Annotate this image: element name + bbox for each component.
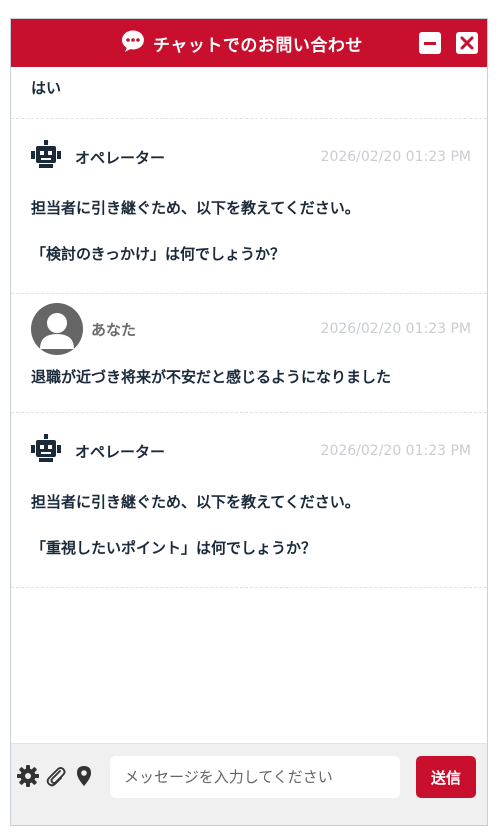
- minimize-icon[interactable]: [419, 32, 441, 54]
- send-button[interactable]: 送信: [416, 756, 476, 798]
- message-body: 退職が近づき将来が不安だと感じるようになりました: [31, 368, 392, 386]
- sender-name: あなた: [91, 320, 137, 339]
- message-header: あなた 2026/02/20 01:23 PM: [31, 294, 471, 364]
- chat-header: チャットでのお問い合わせ: [11, 19, 487, 67]
- sender-name: オペレーター: [75, 148, 166, 167]
- partial-message-text: はい: [31, 79, 62, 97]
- sender-name: オペレーター: [75, 442, 166, 461]
- message-body: 担当者に引き継ぐため、以下を教えてください。 「重視したいポイント」は何でしょう…: [31, 489, 471, 587]
- message-body: 担当者に引き継ぐため、以下を教えてください。 「検討のきっかけ」は何でしょうか？: [31, 195, 471, 293]
- message-time: 2026/02/20 01:23 PM: [320, 443, 471, 459]
- message-line: 「重視したいポイント」は何でしょうか？: [31, 539, 317, 557]
- message-time: 2026/02/20 01:23 PM: [320, 149, 471, 165]
- message-line: 担当者に引き継ぐため、以下を教えてください。: [31, 493, 360, 511]
- chat-footer: 送信: [11, 743, 487, 825]
- user-avatar-icon: [31, 303, 83, 355]
- header-title-group: チャットでのお問い合わせ: [121, 19, 363, 67]
- partial-message: はい: [11, 67, 487, 119]
- paperclip-icon[interactable]: [45, 765, 67, 787]
- gear-icon[interactable]: [17, 765, 39, 787]
- close-icon[interactable]: [456, 32, 478, 54]
- chat-bubble-icon: [121, 29, 145, 57]
- chat-title: チャットでのお問い合わせ: [153, 35, 363, 56]
- operator-message: オペレーター 2026/02/20 01:23 PM 担当者に引き継ぐため、以下…: [11, 119, 487, 294]
- operator-message: オペレーター 2026/02/20 01:23 PM 担当者に引き継ぐため、以下…: [11, 413, 487, 588]
- message-header: オペレーター 2026/02/20 01:23 PM: [31, 119, 471, 195]
- user-message: あなた 2026/02/20 01:23 PM 退職が近づき将来が不安だと感じる…: [11, 294, 487, 413]
- message-header: オペレーター 2026/02/20 01:23 PM: [31, 413, 471, 489]
- robot-icon: [31, 139, 61, 174]
- location-pin-icon[interactable]: [73, 765, 95, 787]
- message-line: 担当者に引き継ぐため、以下を教えてください。: [31, 199, 360, 217]
- message-list[interactable]: はい オペレーター 2026/02/20 01:23 PM 担当者に引き継ぐため…: [11, 67, 487, 743]
- message-time: 2026/02/20 01:23 PM: [320, 321, 471, 337]
- chat-window: チャットでのお問い合わせ はい オペレーター 2026/02/20 01:23 …: [10, 18, 488, 826]
- robot-icon: [31, 433, 61, 468]
- message-line: 「検討のきっかけ」は何でしょうか？: [31, 245, 285, 263]
- message-input[interactable]: [110, 756, 400, 798]
